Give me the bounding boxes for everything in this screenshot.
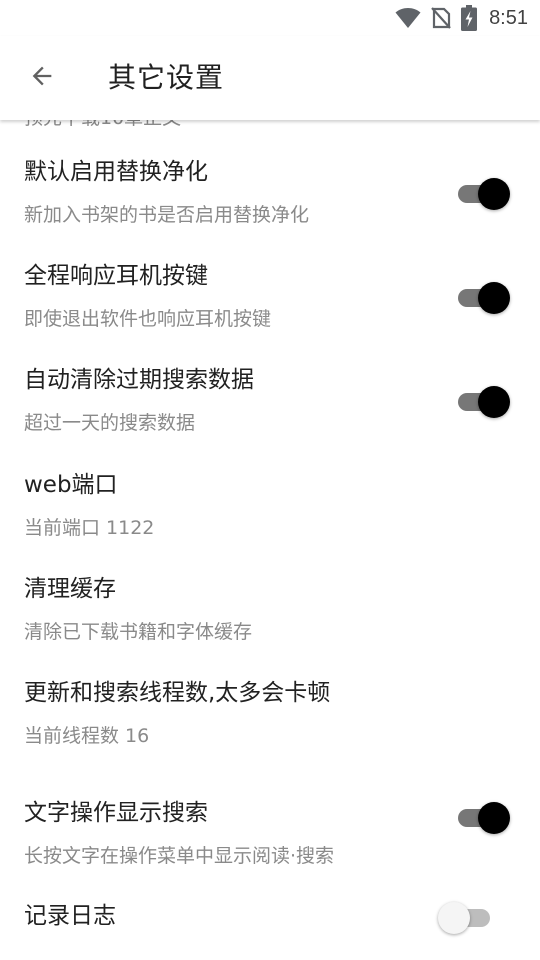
- pref-title: 默认启用替换净化: [24, 159, 208, 185]
- pref-title: 自动清除过期搜索数据: [24, 367, 254, 393]
- pref-title: 全程响应耳机按键: [24, 263, 208, 289]
- pref-summary: 当前线程数 16: [24, 725, 150, 747]
- app-bar: 其它设置: [0, 36, 540, 120]
- switch-thumb: [478, 178, 510, 210]
- pref-title: 文字操作显示搜索: [24, 800, 208, 826]
- pref-title: 更新和搜索线程数,太多会卡顿: [24, 680, 331, 706]
- switch-thumb: [438, 902, 470, 934]
- pref-title: 清理缓存: [24, 576, 116, 602]
- switch-thumb: [478, 282, 510, 314]
- pref-default-replace-purify[interactable]: 默认启用替换净化 新加入书架的书是否启用替换净化: [0, 120, 540, 226]
- wifi-icon: [395, 7, 421, 29]
- pref-record-log[interactable]: 记录日志: [0, 864, 540, 960]
- switch-thumb: [478, 386, 510, 418]
- switch-thumb: [478, 802, 510, 834]
- status-icons: 8:51: [395, 5, 528, 31]
- pref-auto-clear-search[interactable]: 自动清除过期搜索数据 超过一天的搜索数据: [0, 328, 540, 434]
- no-sim-icon: [431, 6, 451, 30]
- toggle-switch[interactable]: [456, 281, 512, 315]
- page-title: 其它设置: [108, 61, 225, 94]
- pref-title: 记录日志: [24, 903, 116, 929]
- battery-charging-icon: [461, 5, 478, 31]
- pref-headset-keys[interactable]: 全程响应耳机按键 即使退出软件也响应耳机按键: [0, 224, 540, 330]
- toggle-switch[interactable]: [438, 901, 500, 935]
- toggle-switch[interactable]: [456, 177, 512, 211]
- pref-thread-count[interactable]: 更新和搜索线程数,太多会卡顿 当前线程数 16: [0, 641, 540, 747]
- toggle-switch[interactable]: [456, 385, 512, 419]
- arrow-back-icon: [28, 62, 56, 94]
- pref-clear-cache[interactable]: 清理缓存 清除已下载书籍和字体缓存: [0, 537, 540, 643]
- back-button[interactable]: [20, 56, 64, 100]
- status-bar: 8:51: [0, 0, 540, 36]
- pref-web-port[interactable]: web端口 当前端口 1122: [0, 433, 540, 539]
- pref-title: web端口: [24, 472, 118, 498]
- settings-list[interactable]: 预先下载10章正文 默认启用替换净化 新加入书架的书是否启用替换净化 全程响应耳…: [0, 120, 540, 960]
- pref-text-action-search[interactable]: 文字操作显示搜索 长按文字在操作菜单中显示阅读·搜索: [0, 761, 540, 867]
- status-time: 8:51: [489, 7, 528, 29]
- toggle-switch[interactable]: [456, 801, 512, 835]
